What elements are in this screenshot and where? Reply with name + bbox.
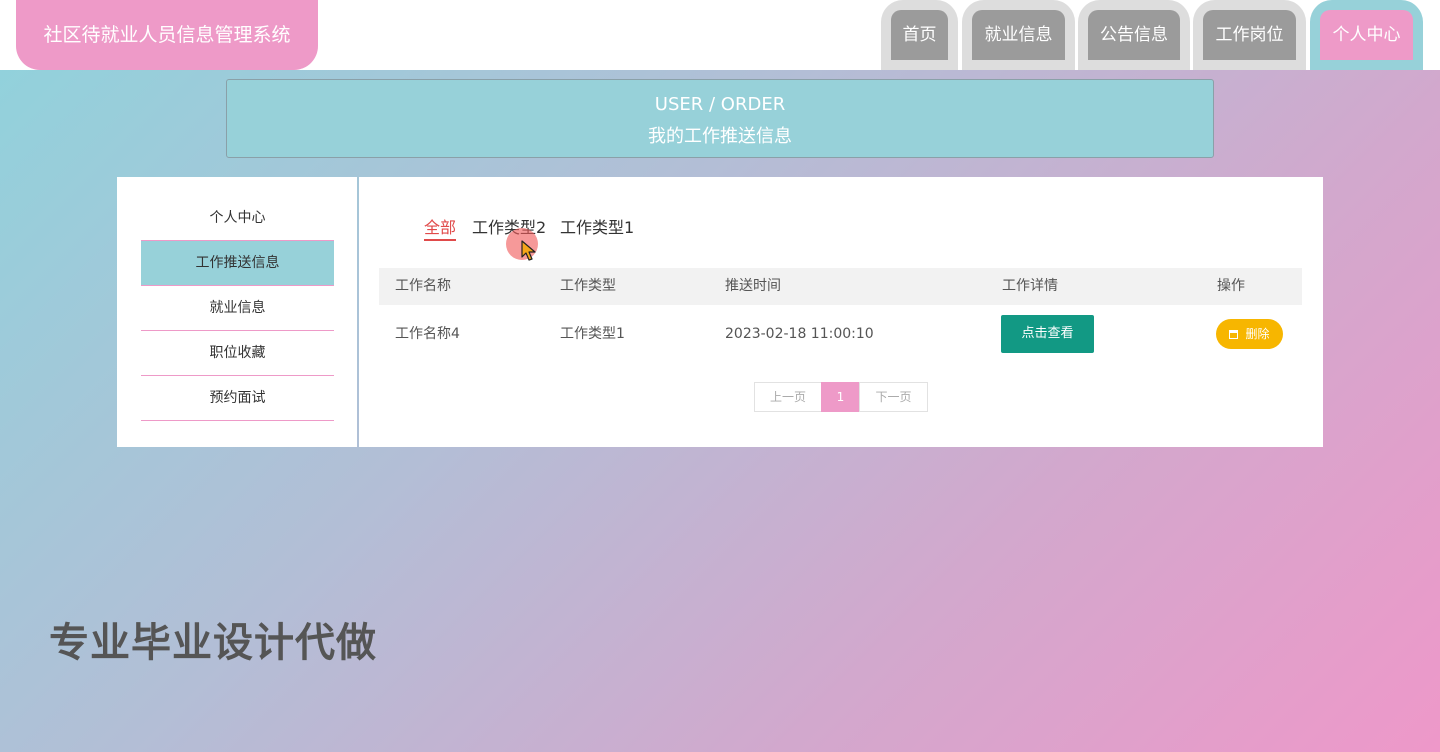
column-header-actions: 操作	[1217, 278, 1245, 294]
sidebar-item-personal-center[interactable]: 个人中心	[141, 196, 334, 241]
nav-personal-center[interactable]: 个人中心	[1310, 0, 1423, 70]
delete-button-label: 删除	[1245, 327, 1270, 341]
column-header-time: 推送时间	[725, 278, 781, 294]
trash-icon	[1229, 330, 1239, 339]
column-header-detail: 工作详情	[1002, 278, 1058, 294]
sidebar: 个人中心 工作推送信息 就业信息 职位收藏 预约面试	[117, 177, 357, 447]
next-page-button[interactable]: 下一页	[859, 382, 928, 412]
page-title: 我的工作推送信息	[648, 126, 792, 147]
nav-home[interactable]: 首页	[881, 0, 958, 70]
nav-announcements-label[interactable]: 公告信息	[1088, 10, 1180, 60]
page-1-button[interactable]: 1	[821, 382, 860, 412]
view-detail-button[interactable]: 点击查看	[1001, 315, 1094, 353]
prev-page-button[interactable]: 上一页	[754, 382, 822, 412]
column-header-type: 工作类型	[560, 278, 616, 294]
page-title-banner: USER / ORDER 我的工作推送信息	[226, 79, 1214, 158]
cell-job-type: 工作类型1	[560, 326, 625, 342]
nav-employment-info-label[interactable]: 就业信息	[972, 10, 1065, 60]
top-navbar: 社区待就业人员信息管理系统 首页 就业信息 公告信息 工作岗位 个人中心	[0, 0, 1440, 70]
cell-push-time: 2023-02-18 11:00:10	[725, 326, 874, 342]
site-title: 社区待就业人员信息管理系统	[16, 0, 318, 70]
sidebar-item-interviews[interactable]: 预约面试	[141, 376, 334, 421]
table-header: 工作名称 工作类型 推送时间 工作详情 操作	[379, 268, 1302, 305]
main-content: 全部 工作类型2 工作类型1 工作名称 工作类型 推送时间 工作详情 操作 工作…	[359, 177, 1323, 447]
mouse-cursor-icon	[521, 240, 536, 261]
sidebar-item-job-push[interactable]: 工作推送信息	[141, 241, 334, 286]
column-header-name: 工作名称	[395, 278, 451, 294]
filter-tab-type1[interactable]: 工作类型1	[560, 217, 634, 239]
nav-announcements[interactable]: 公告信息	[1078, 0, 1190, 70]
watermark-text: 专业毕业设计代做	[49, 620, 377, 666]
table-row: 工作名称4 工作类型1 2023-02-18 11:00:10 点击查看 删除	[379, 310, 1302, 358]
nav-employment-info[interactable]: 就业信息	[962, 0, 1075, 70]
nav-personal-center-label[interactable]: 个人中心	[1320, 10, 1413, 60]
nav-job-positions[interactable]: 工作岗位	[1193, 0, 1306, 70]
sidebar-item-favorites[interactable]: 职位收藏	[141, 331, 334, 376]
banner-subtitle: USER / ORDER	[654, 94, 786, 115]
cell-job-name: 工作名称4	[395, 326, 460, 342]
filter-tab-all[interactable]: 全部	[424, 217, 457, 241]
nav-home-label[interactable]: 首页	[891, 10, 948, 60]
nav-job-positions-label[interactable]: 工作岗位	[1203, 10, 1296, 60]
sidebar-item-employment-info[interactable]: 就业信息	[141, 286, 334, 331]
delete-button[interactable]: 删除	[1216, 319, 1283, 349]
